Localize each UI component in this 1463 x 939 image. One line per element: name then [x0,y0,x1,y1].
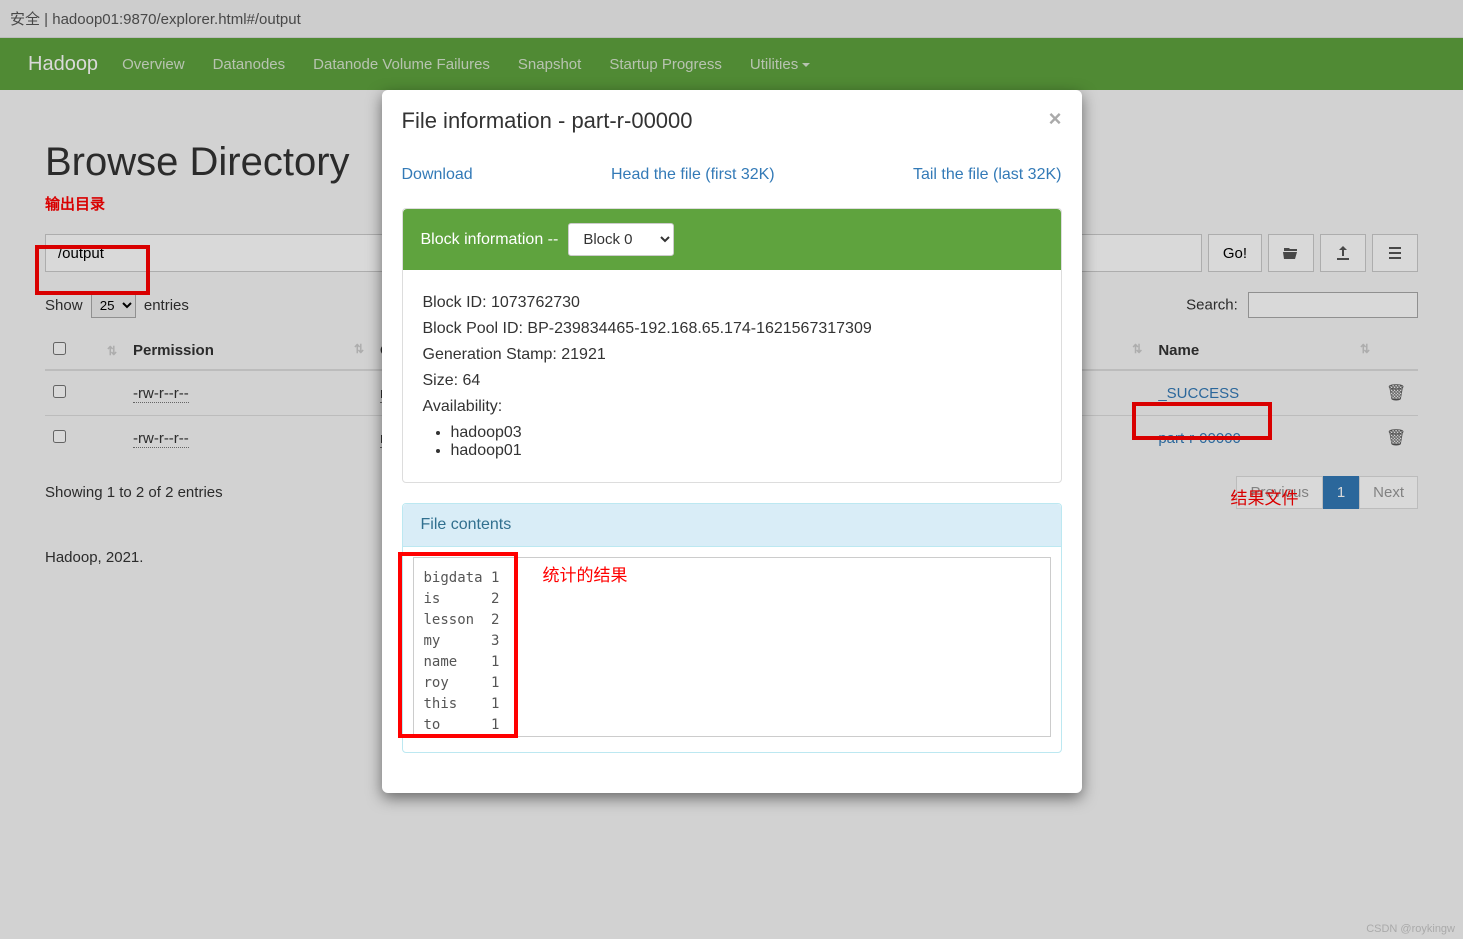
block-id: Block ID: 1073762730 [423,294,1041,312]
file-contents-textarea[interactable] [413,557,1051,737]
host-item: hadoop03 [451,424,1041,442]
annotation-stats: 统计的结果 [543,561,628,586]
block-select[interactable]: Block 0 [568,223,674,256]
modal-body: Download Head the file (first 32K) Tail … [382,152,1082,793]
file-contents-heading: File contents [403,504,1061,547]
host-item: hadoop01 [451,442,1041,460]
block-panel-heading: Block information -- Block 0 [403,209,1061,270]
block-size: Size: 64 [423,372,1041,390]
block-panel-body: Block ID: 1073762730 Block Pool ID: BP-2… [403,270,1061,482]
head-file-link[interactable]: Head the file (first 32K) [611,166,775,184]
download-link[interactable]: Download [402,166,473,184]
generation-stamp: Generation Stamp: 21921 [423,346,1041,364]
file-contents-panel: File contents 统计的结果 [402,503,1062,753]
close-icon[interactable]: × [1049,108,1062,130]
tail-file-link[interactable]: Tail the file (last 32K) [913,166,1062,184]
modal-links: Download Head the file (first 32K) Tail … [402,152,1062,208]
availability-list: hadoop03 hadoop01 [451,424,1041,460]
modal-header: × File information - part-r-00000 [382,90,1082,152]
watermark: CSDN @roykingw [1366,923,1455,935]
file-info-modal: × File information - part-r-00000 Downlo… [382,90,1082,793]
modal-title: File information - part-r-00000 [402,108,1062,134]
file-contents-body: 统计的结果 [403,547,1061,752]
availability-label: Availability: [423,398,1041,416]
block-pool-id: Block Pool ID: BP-239834465-192.168.65.1… [423,320,1041,338]
block-info-panel: Block information -- Block 0 Block ID: 1… [402,208,1062,483]
